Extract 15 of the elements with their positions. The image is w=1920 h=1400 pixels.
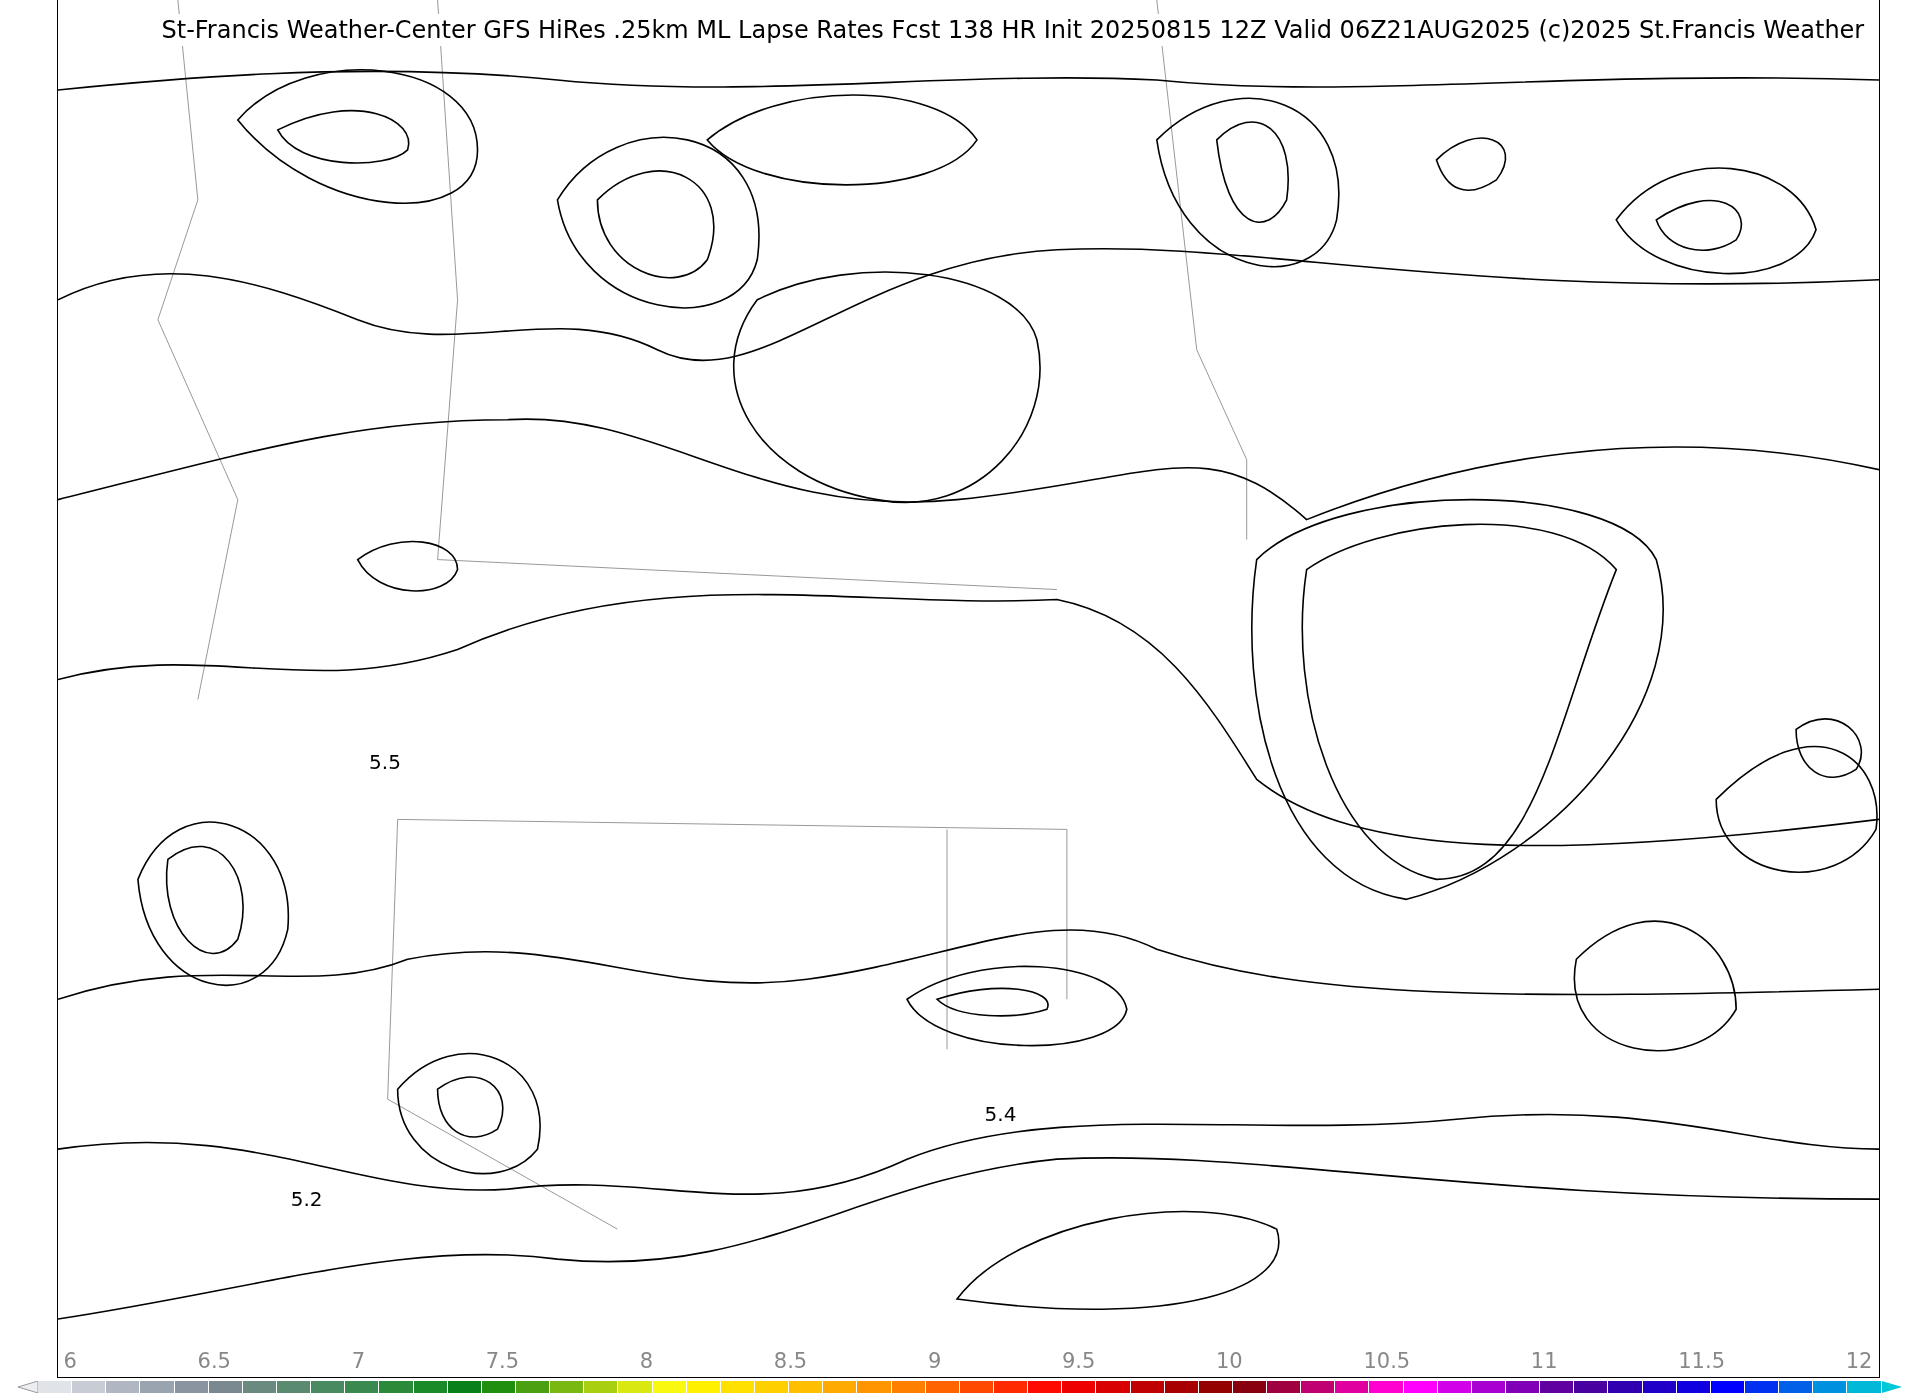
colorbar-tick-label: 9 <box>927 1349 942 1373</box>
colorbar-tick-label: 8.5 <box>773 1349 808 1373</box>
colorbar-tick-label: 10 <box>1216 1349 1243 1373</box>
colorbar-tick-label: 10.5 <box>1363 1349 1411 1373</box>
colorbar-tick-label: 7.5 <box>485 1349 520 1373</box>
colorbar-tick-label: 9.5 <box>1061 1349 1096 1373</box>
colorbar-tick-label: 11.5 <box>1678 1349 1725 1373</box>
colorbar-tick-label: 12 <box>1845 1349 1873 1373</box>
colorbar-tick-label: 11 <box>1530 1349 1558 1373</box>
colorbar-right-arrow-icon <box>1881 1381 1902 1393</box>
colorbar-tick-label: 6.5 <box>197 1349 231 1373</box>
colorbar-tick-label: 6 <box>63 1349 77 1373</box>
colorbar-left-arrow-icon <box>18 1381 38 1393</box>
colorbar-tick-label: 8 <box>639 1349 654 1373</box>
colorbar-tick-label: 7 <box>351 1349 365 1373</box>
